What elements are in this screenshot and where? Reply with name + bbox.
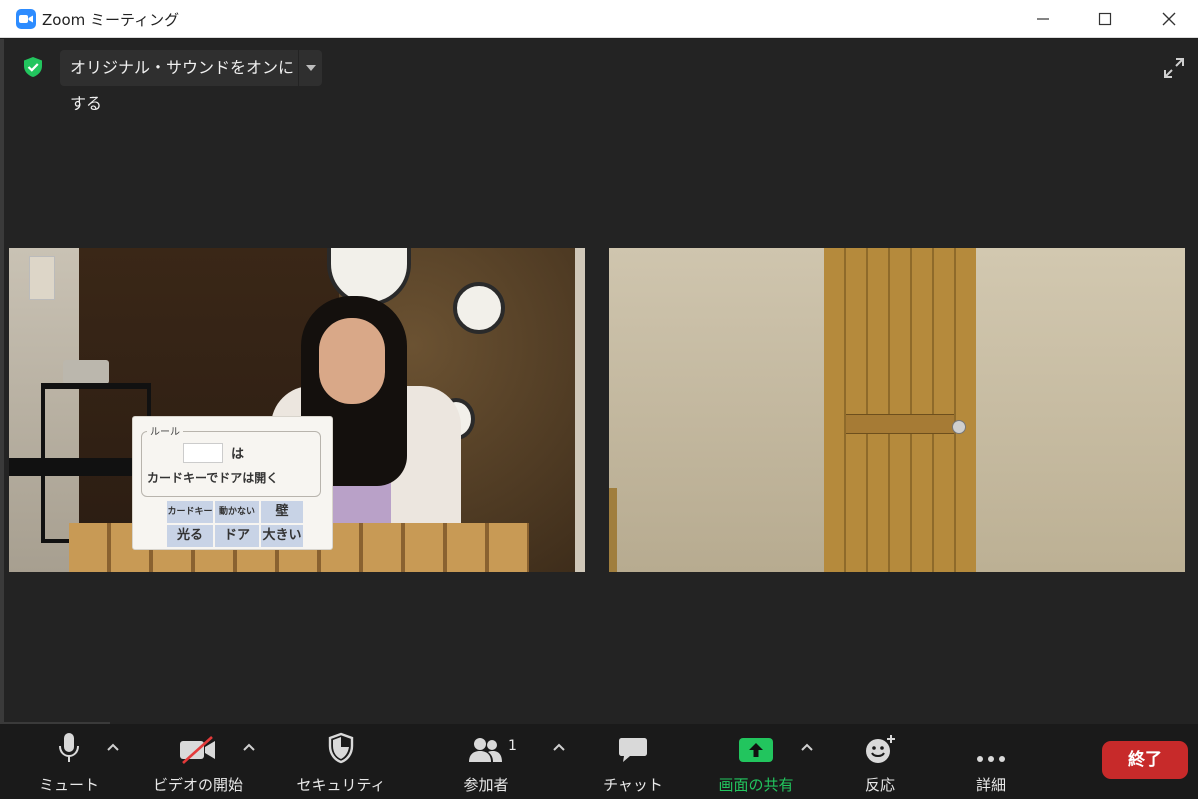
end-meeting-button[interactable]: 終了 bbox=[1102, 741, 1188, 779]
security-button[interactable]: セキュリティ bbox=[296, 724, 386, 799]
chevron-down-icon bbox=[305, 65, 316, 71]
video-options-chevron-up-icon[interactable] bbox=[242, 742, 256, 752]
minimize-button[interactable] bbox=[1020, 0, 1066, 38]
maximize-icon bbox=[1098, 12, 1112, 26]
rule-chip: 光る bbox=[167, 525, 213, 547]
share-screen-button[interactable]: 画面の共有 bbox=[708, 724, 804, 799]
rule-chip: 壁 bbox=[261, 501, 303, 523]
video-scene-wall-left bbox=[609, 248, 824, 572]
minimize-icon bbox=[1037, 18, 1049, 20]
rule-card-frame bbox=[141, 431, 321, 497]
mute-button[interactable]: ミュート bbox=[38, 724, 100, 799]
chat-icon bbox=[619, 738, 647, 762]
microphone-icon bbox=[59, 733, 79, 762]
maximize-button[interactable] bbox=[1082, 0, 1128, 38]
participants-count: 1 bbox=[508, 738, 517, 754]
security-label: セキュリティ bbox=[296, 776, 386, 794]
video-scene-door-bar bbox=[846, 414, 954, 434]
meeting-toolbar: ミュート ビデオの開始 セキュリティ 参加者 1 チャット 画面の共有 反応 詳… bbox=[0, 724, 1198, 799]
video-scene-door-knob bbox=[952, 420, 966, 434]
rule-card-blank bbox=[183, 443, 223, 463]
reaction-emoji-icon bbox=[866, 735, 895, 763]
rule-card-connector: は bbox=[231, 447, 245, 462]
zoom-app-icon bbox=[16, 9, 36, 29]
reactions-label: 反応 bbox=[864, 776, 895, 794]
participants-options-chevron-up-icon[interactable] bbox=[552, 742, 566, 752]
close-icon bbox=[1162, 12, 1176, 26]
video-tile-presenter[interactable]: ルール は カードキーでドアは開く カードキー 動かない 壁 光る ドア 大きい bbox=[9, 248, 585, 572]
mute-options-chevron-up-icon[interactable] bbox=[106, 742, 120, 752]
reactions-button[interactable]: 反応 bbox=[850, 724, 910, 799]
wall-clock-octagon bbox=[453, 282, 505, 334]
encryption-shield-icon[interactable] bbox=[22, 56, 44, 82]
video-scene-wall-right bbox=[976, 248, 1185, 572]
rule-chip: 動かない bbox=[215, 501, 259, 523]
participants-label: 参加者 bbox=[463, 776, 509, 794]
rule-card-header: ルール bbox=[147, 423, 183, 438]
close-button[interactable] bbox=[1146, 0, 1192, 38]
security-shield-icon bbox=[328, 732, 354, 764]
expand-icon bbox=[1164, 58, 1184, 78]
video-scene-switch bbox=[29, 256, 55, 300]
original-sound-dropdown[interactable] bbox=[299, 50, 322, 86]
video-scene-wall-edge bbox=[575, 248, 585, 572]
share-options-chevron-up-icon[interactable] bbox=[800, 742, 814, 752]
rule-card: ルール は カードキーでドアは開く カードキー 動かない 壁 光る ドア 大きい bbox=[132, 416, 333, 550]
start-video-button[interactable]: ビデオの開始 bbox=[150, 724, 246, 799]
video-scene-side-table bbox=[9, 458, 139, 476]
more-button[interactable]: 詳細 bbox=[960, 724, 1022, 799]
video-off-icon bbox=[180, 736, 215, 764]
more-label: 詳細 bbox=[975, 776, 1006, 794]
zoom-window: Zoom ミーティング オリジナル・サウンドをオンにする ルール は カードキー… bbox=[0, 0, 1198, 799]
start-video-label: ビデオの開始 bbox=[152, 776, 243, 794]
video-scene-radio bbox=[63, 360, 109, 384]
rule-chip: ドア bbox=[215, 525, 259, 547]
rule-chip: カードキー bbox=[167, 501, 213, 523]
video-scene-door-frame bbox=[609, 488, 617, 572]
share-screen-icon bbox=[739, 738, 773, 762]
video-tile-door[interactable] bbox=[609, 248, 1185, 572]
chat-label: チャット bbox=[603, 776, 663, 794]
more-dots-icon bbox=[977, 756, 1005, 762]
rule-chip: 大きい bbox=[261, 525, 303, 547]
original-sound-button[interactable]: オリジナル・サウンドをオンにする bbox=[60, 50, 298, 113]
chat-button[interactable]: チャット bbox=[602, 724, 664, 799]
person-face bbox=[319, 318, 385, 404]
fullscreen-button[interactable] bbox=[1162, 56, 1186, 84]
share-screen-label: 画面の共有 bbox=[718, 776, 794, 794]
video-scene-wooden-door bbox=[824, 248, 976, 572]
rule-card-sentence: カードキーでドアは開く bbox=[147, 471, 279, 485]
mute-label: ミュート bbox=[38, 776, 99, 794]
participants-button[interactable]: 参加者 bbox=[454, 724, 518, 799]
title-bar: Zoom ミーティング bbox=[0, 0, 1198, 38]
participants-icon bbox=[469, 738, 502, 762]
window-title: Zoom ミーティング bbox=[42, 11, 180, 29]
